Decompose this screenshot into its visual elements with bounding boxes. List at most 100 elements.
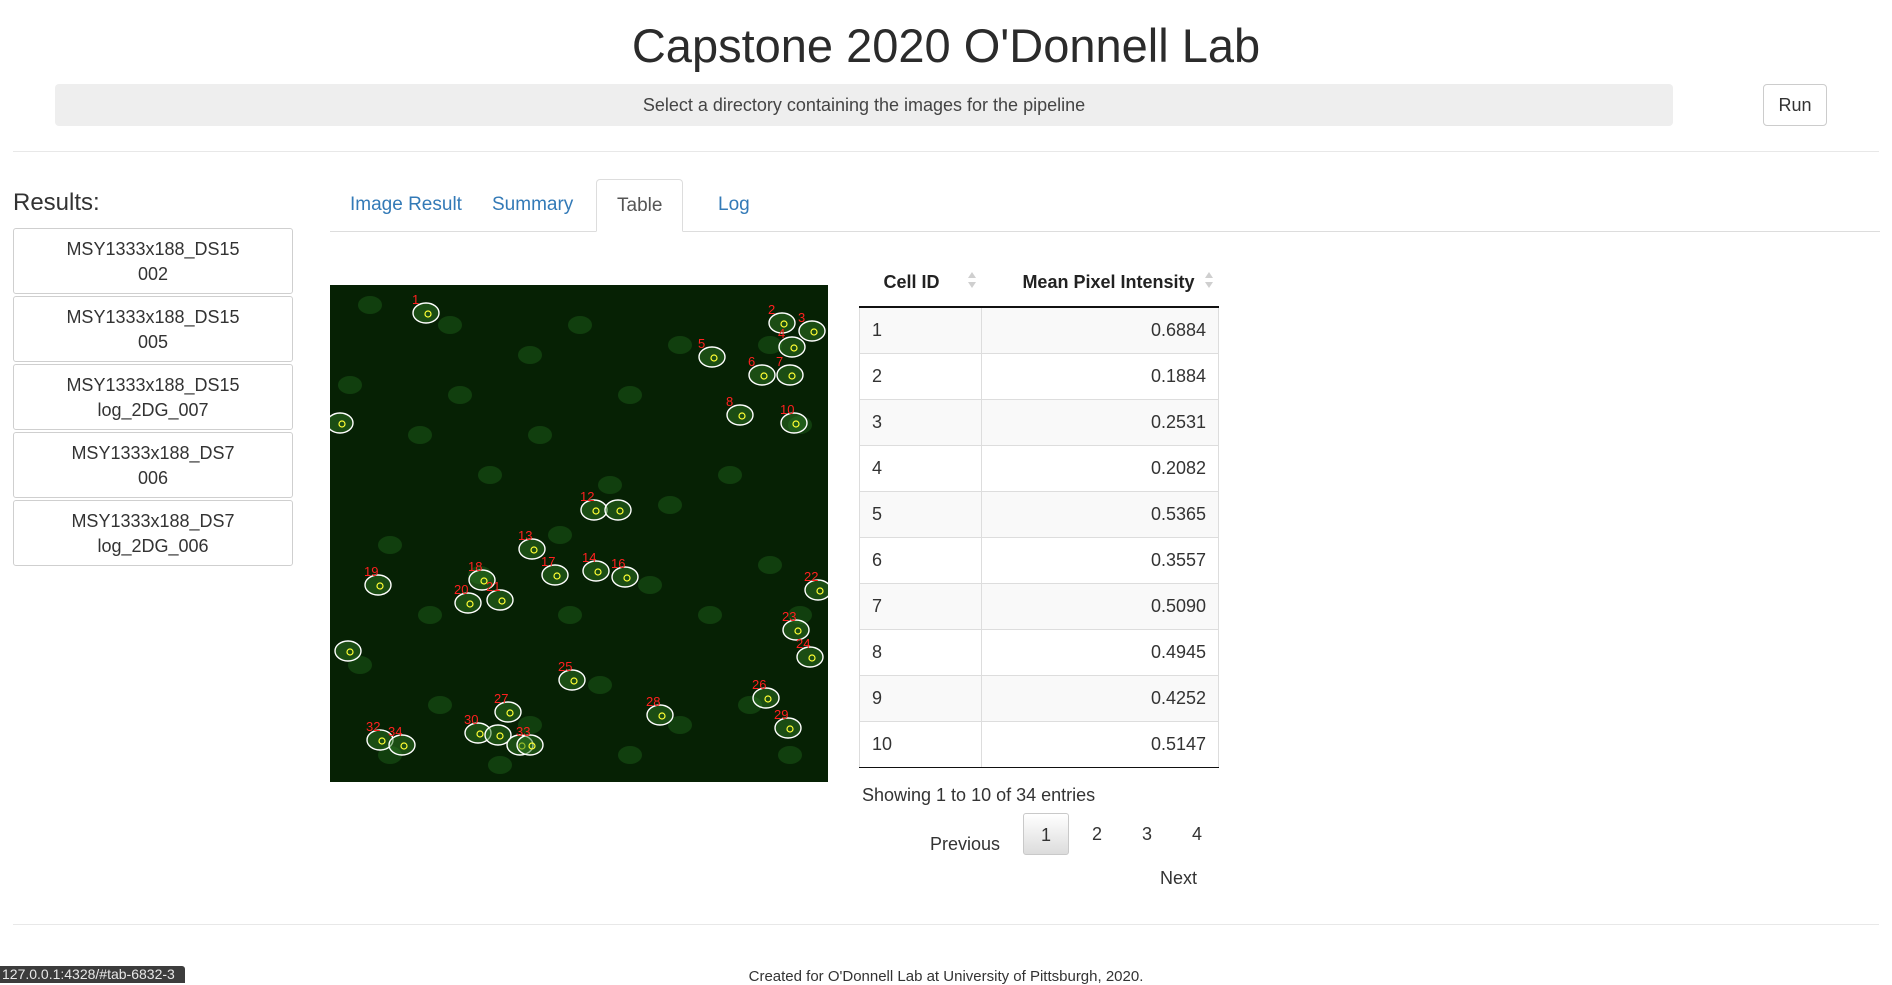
background-cell [698, 606, 722, 624]
cell-id: 6 [859, 537, 982, 584]
run-button[interactable]: Run [1763, 84, 1827, 126]
background-cell [408, 426, 432, 444]
cell-id-label: 22 [804, 569, 818, 584]
column-header-label: Cell ID [883, 271, 940, 292]
tab-image-result[interactable]: Image Result [330, 179, 482, 231]
cell-id-label: 21 [486, 579, 500, 594]
result-item-name: MSY1333x188_DS15 [66, 375, 240, 395]
footer-divider [13, 924, 1879, 925]
cell-id-label: 2 [768, 302, 775, 317]
cell-intensity: 0.5090 [981, 583, 1219, 630]
background-cell [488, 756, 512, 774]
result-item[interactable]: MSY1333x188_DS15 002 [13, 228, 293, 294]
cell-id-label: 1 [412, 292, 419, 307]
cell-outline [604, 499, 632, 521]
cell-id-label: 32 [366, 719, 380, 734]
cell-id-label: 8 [726, 394, 733, 409]
cell-id-label: 25 [558, 659, 572, 674]
cell-id-label: 20 [454, 582, 468, 597]
cell-intensity: 0.2082 [981, 445, 1219, 492]
cell-id-label: 3 [798, 310, 805, 325]
results-list: MSY1333x188_DS15 002 MSY1333x188_DS15 00… [13, 228, 293, 568]
tab-summary[interactable]: Summary [472, 179, 593, 231]
results-heading: Results: [13, 189, 100, 216]
background-cell [548, 526, 572, 544]
pagination-page-1[interactable]: 1 [1023, 813, 1069, 855]
cell-intensity: 0.5365 [981, 491, 1219, 538]
cell-id-label: 6 [748, 354, 755, 369]
background-cell [618, 746, 642, 764]
background-cell [568, 316, 592, 334]
result-item-suffix: 006 [137, 468, 169, 488]
cell-id: 5 [859, 491, 982, 538]
cell-id: 9 [859, 675, 982, 722]
result-item-suffix: 005 [137, 332, 169, 352]
column-header-cell-id[interactable]: Cell ID [859, 258, 982, 308]
sort-icon [967, 272, 976, 290]
result-item[interactable]: MSY1333x188_DS15 log_2DG_007 [13, 364, 293, 430]
tab-table[interactable]: Table [596, 179, 684, 232]
pagination-page-3[interactable]: 3 [1135, 813, 1159, 855]
background-cell [358, 296, 382, 314]
tab-log[interactable]: Log [698, 179, 770, 231]
cell-id-label: 17 [541, 554, 555, 569]
tab-bar: Image Result Summary Table Log [330, 179, 1880, 232]
column-header-mean-intensity[interactable]: Mean Pixel Intensity [981, 258, 1219, 308]
background-cell [718, 466, 742, 484]
cell-id-label: 13 [518, 528, 532, 543]
background-cell [558, 606, 582, 624]
cell-id-label: 34 [388, 724, 402, 739]
cell-id-label: 28 [646, 694, 660, 709]
table-row: 4 0.2082 [859, 445, 1219, 492]
table-row: 1 0.6884 [859, 306, 1219, 354]
cell-intensity: 0.5147 [981, 721, 1219, 768]
cell-id-label: 24 [796, 636, 810, 651]
cell-id-label: 29 [774, 707, 788, 722]
pagination-next[interactable]: Next [1160, 857, 1197, 899]
cell-id: 7 [859, 583, 982, 630]
page-title: Capstone 2020 O'Donnell Lab [631, 19, 1261, 72]
cell-id-label: 18 [468, 559, 482, 574]
result-item-name: MSY1333x188_DS15 [66, 239, 240, 259]
cell-intensity: 0.6884 [981, 306, 1219, 354]
background-cell [448, 386, 472, 404]
cell-id-label: 14 [582, 550, 596, 565]
cell-id-label: 10 [780, 402, 794, 417]
cell-id-label: 7 [776, 354, 783, 369]
footer-text: Created for O'Donnell Lab at University … [748, 968, 1144, 985]
header-divider [13, 151, 1879, 152]
result-item-name: MSY1333x188_DS15 [66, 307, 240, 327]
pagination-page-4[interactable]: 4 [1185, 813, 1209, 855]
cell-id-label: 23 [782, 609, 796, 624]
pagination-previous[interactable]: Previous [930, 823, 1000, 865]
result-item-suffix: 002 [137, 264, 169, 284]
background-cell [588, 676, 612, 694]
sort-icon [1204, 272, 1213, 290]
cell-id-label: 33 [516, 724, 530, 739]
background-cell [378, 536, 402, 554]
table-row: 5 0.5365 [859, 491, 1219, 538]
background-cell [778, 746, 802, 764]
cell-id-label: 5 [698, 336, 705, 351]
segmented-cell-image: 123456 7810121317 14 1619 182120222324252629… [330, 285, 828, 782]
background-cell [528, 426, 552, 444]
table-info: Showing 1 to 10 of 34 entries [862, 785, 1096, 805]
table-row: 2 0.1884 [859, 353, 1219, 400]
table-row: 10 0.5147 [859, 721, 1219, 768]
result-item[interactable]: MSY1333x188_DS15 005 [13, 296, 293, 362]
result-item[interactable]: MSY1333x188_DS7 log_2DG_006 [13, 500, 293, 566]
background-cell [668, 336, 692, 354]
result-item[interactable]: MSY1333x188_DS7 006 [13, 432, 293, 498]
result-item-name: MSY1333x188_DS7 [71, 511, 235, 531]
cell-intensity: 0.3557 [981, 537, 1219, 584]
table-row: 8 0.4945 [859, 629, 1219, 676]
background-cell [338, 376, 362, 394]
background-cell [518, 346, 542, 364]
table-row: 3 0.2531 [859, 399, 1219, 446]
cell-id-label: 27 [494, 691, 508, 706]
directory-select-button[interactable]: Select a directory containing the images… [55, 84, 1673, 126]
background-cell [438, 316, 462, 334]
pagination-page-2[interactable]: 2 [1085, 813, 1109, 855]
results-table: Cell ID Mean Pixel Intensity 1 0.6884 2 … [859, 258, 1219, 768]
cell-id-label: 30 [464, 712, 478, 727]
